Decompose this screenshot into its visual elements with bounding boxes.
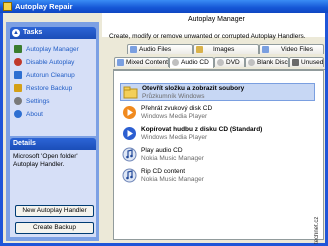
tab-mixed-content[interactable]: Mixed Content [114, 57, 169, 67]
handler-title: Rip CD content [141, 168, 186, 175]
video-files-icon [262, 46, 269, 53]
details-text: Microsoft 'Open folder' Autoplay Handler… [13, 153, 78, 168]
task-settings[interactable]: Settings [14, 97, 94, 107]
audio-cd-icon [172, 59, 179, 66]
handler-title: Play audio CD [141, 147, 183, 154]
task-restore-backup[interactable]: Restore Backup [14, 84, 94, 94]
task-autoplay-manager[interactable]: Autoplay Manager [14, 45, 94, 55]
tab-label: Video Files [281, 46, 314, 53]
task-label: Restore Backup [26, 85, 73, 92]
about-icon [14, 110, 22, 118]
folder-icon [123, 85, 138, 100]
task-label: Autorun Cleanup [26, 72, 75, 79]
main-title: Autoplay Manager [188, 16, 245, 23]
blank-disc-icon [248, 59, 255, 66]
tasks-header[interactable]: ▲ Tasks [10, 27, 96, 39]
tab-label: Audio CD [181, 59, 209, 66]
tab-label: Images [213, 46, 235, 53]
mixed-content-icon [117, 59, 124, 66]
unused-icon [292, 59, 299, 66]
window-client: ▲ Tasks Autoplay Manager Disable Autopla… [3, 13, 325, 243]
tab-label: Mixed Content [126, 59, 168, 66]
watermark: technet.cz [314, 216, 320, 244]
window-title: Autoplay Repair [15, 2, 73, 11]
details-header-label: Details [13, 140, 36, 147]
tab-dvd[interactable]: DVD [214, 57, 245, 67]
main-pane: Autoplay Manager Create, modify or remov… [102, 13, 325, 243]
dvd-icon [217, 59, 224, 66]
new-autoplay-handler-button[interactable]: New Autoplay Handler [15, 205, 94, 217]
handler-subtitle: Průzkumník Windows [142, 93, 205, 100]
tab-images[interactable]: Images [193, 44, 259, 54]
task-label: Settings [26, 98, 50, 105]
media-player-icon [122, 105, 137, 120]
handler-item[interactable]: Play audio CD Nokia Music Manager [120, 146, 315, 164]
task-label: About [26, 111, 43, 118]
images-icon [196, 46, 203, 53]
handler-item[interactable]: Rip CD content Nokia Music Manager [120, 167, 315, 185]
task-pane: ▲ Tasks Autoplay Manager Disable Autopla… [6, 22, 99, 241]
music-note-icon [122, 147, 137, 162]
app-icon [3, 2, 12, 11]
autoplay-manager-icon [14, 45, 22, 53]
handler-subtitle: Nokia Music Manager [141, 176, 204, 183]
tab-label: DVD [226, 59, 240, 66]
tab-video-files[interactable]: Video Files [259, 44, 324, 54]
task-label: Autoplay Manager [26, 46, 79, 53]
tab-label: Blank Disc [257, 59, 288, 66]
disable-autoplay-icon [14, 58, 22, 66]
audio-files-icon [130, 46, 137, 53]
task-autorun-cleanup[interactable]: Autorun Cleanup [14, 71, 94, 81]
title-bar: Autoplay Repair [0, 0, 328, 13]
collapse-icon[interactable]: ▲ [12, 29, 20, 37]
tab-label: Audio Files [139, 46, 172, 53]
music-note-icon [122, 168, 137, 183]
main-description: Create, modify or remove unwanted or cor… [109, 33, 306, 40]
task-label: Disable Autoplay [26, 59, 75, 66]
tab-audio-files[interactable]: Audio Files [127, 44, 193, 54]
media-player-icon [122, 126, 137, 141]
tab-label: Unused [301, 59, 324, 66]
handler-list[interactable]: Otevřít složku a zobrazit soubory Průzku… [113, 70, 324, 240]
handler-subtitle: Nokia Music Manager [141, 155, 204, 162]
tab-unused[interactable]: Unused [289, 57, 324, 67]
tasks-panel: Autoplay Manager Disable Autoplay Autoru… [10, 39, 96, 136]
task-disable-autoplay[interactable]: Disable Autoplay [14, 58, 94, 68]
handler-subtitle: Windows Media Player [141, 134, 208, 141]
handler-item[interactable]: Přehrát zvukový disk CD Windows Media Pl… [120, 104, 315, 122]
task-about[interactable]: About [14, 110, 94, 120]
handler-subtitle: Windows Media Player [141, 113, 208, 120]
handler-title: Kopírovat hudbu z disku CD (Standard) [141, 126, 263, 133]
create-backup-button[interactable]: Create Backup [15, 222, 94, 234]
tab-audio-cd[interactable]: Audio CD [169, 57, 214, 68]
handler-item[interactable]: Kopírovat hudbu z disku CD (Standard) Wi… [120, 125, 315, 143]
handler-item[interactable]: Otevřít složku a zobrazit soubory Průzku… [120, 83, 315, 101]
autorun-cleanup-icon [14, 71, 22, 79]
settings-icon [14, 97, 22, 105]
handler-title: Otevřít složku a zobrazit soubory [142, 85, 245, 92]
tab-blank-disc[interactable]: Blank Disc [245, 57, 289, 67]
handler-title: Přehrát zvukový disk CD [141, 105, 213, 112]
details-header[interactable]: Details [10, 138, 96, 150]
tasks-header-label: Tasks [23, 29, 43, 36]
restore-backup-icon [14, 84, 22, 92]
